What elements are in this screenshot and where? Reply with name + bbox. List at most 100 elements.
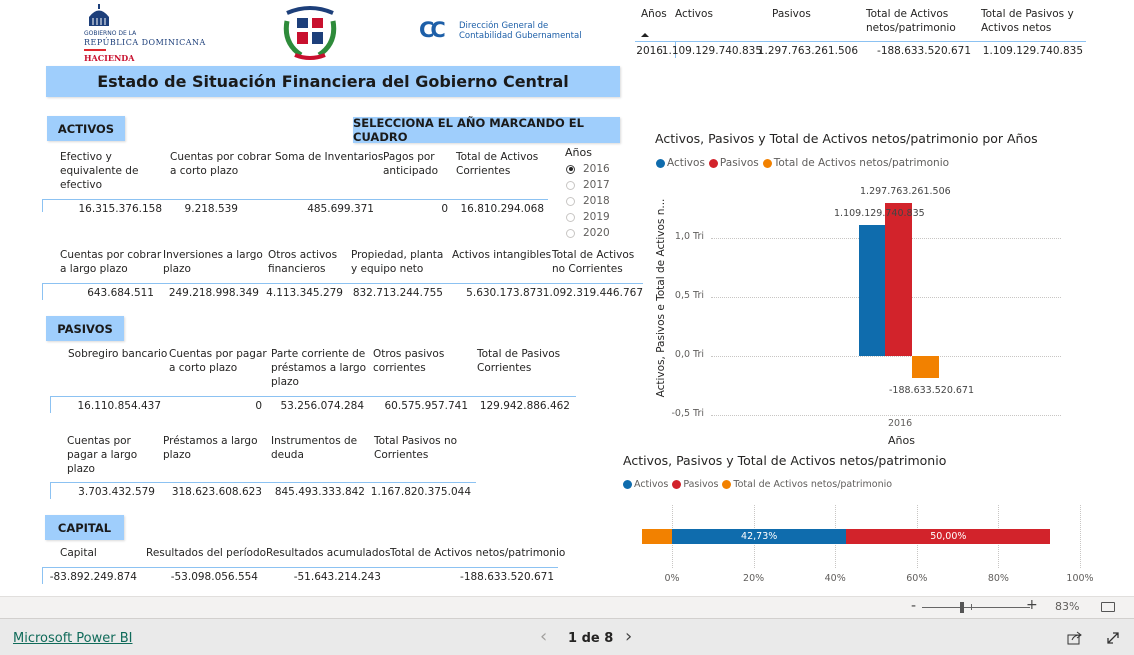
fit-to-page-icon[interactable] — [1101, 602, 1115, 612]
previous-page-button[interactable]: ‹ — [540, 626, 547, 647]
zoom-bar: - + 83% — [0, 596, 1134, 618]
sort-ascending-icon[interactable] — [641, 33, 649, 37]
data-label: 42,73% — [741, 531, 778, 542]
table-cell: 249.218.998.349 — [168, 287, 259, 299]
year-slicer-title: Años — [565, 146, 592, 159]
column-header[interactable]: Activos intangibles — [452, 248, 551, 262]
column-header[interactable]: Pasivos — [772, 7, 811, 21]
column-header[interactable]: Soma de Inventarios — [275, 150, 383, 164]
bar-total-de-activos-netos-patrimonio[interactable] — [912, 356, 939, 379]
year-option-2018[interactable]: 2018 — [566, 195, 610, 207]
header-divider — [50, 396, 576, 397]
column-header[interactable]: Cuentas por cobrar a largo plazo — [60, 248, 161, 276]
bar-segment-pasivos[interactable]: 50,00% — [846, 529, 1051, 544]
year-option-2016[interactable]: 2016 — [566, 163, 610, 175]
column-header[interactable]: Cuentas por cobrar a corto plazo — [170, 150, 271, 178]
year-option-2020[interactable]: 2020 — [566, 227, 610, 239]
bar-segment-total-de-activos-netos-patrimonio[interactable] — [642, 529, 672, 544]
table-cell: 0 — [255, 400, 262, 412]
column-header[interactable]: Resultados acumulados — [266, 546, 390, 560]
y-tick-label: 1,0 Tri — [674, 231, 704, 242]
row-selector — [42, 568, 43, 584]
column-header[interactable]: Préstamos a largo plazo — [163, 434, 258, 462]
column-header[interactable]: Resultados del período — [146, 546, 266, 560]
year-option-2017[interactable]: 2017 — [566, 179, 610, 191]
share-icon[interactable] — [1067, 631, 1083, 645]
y-tick-label: -0,5 Tri — [671, 408, 704, 419]
x-tick-label: 80% — [987, 573, 1009, 584]
column-header[interactable]: Propiedad, planta y equipo neto — [351, 248, 443, 276]
radio-button[interactable] — [566, 228, 575, 238]
table-cell: 832.713.244.755 — [352, 287, 443, 299]
column-header[interactable]: Años — [641, 7, 667, 21]
column-header[interactable]: Parte corriente de préstamos a largo pla… — [271, 347, 366, 389]
table-cell: -188.633.520.671 — [460, 571, 554, 583]
data-label: 1.297.763.261.506 — [860, 186, 951, 197]
zoom-slider[interactable] — [922, 607, 1030, 608]
table-cell: 5.630.173.873 — [466, 287, 543, 299]
table-cell: 16.810.294.068 — [460, 203, 545, 215]
radio-button[interactable] — [566, 164, 575, 174]
column-header[interactable]: Otros pasivos corrientes — [373, 347, 444, 375]
legend-item[interactable]: Total de Activos netos/patrimonio — [762, 157, 949, 169]
logo-text: GOBIERNO DE LA — [84, 30, 137, 37]
column-header[interactable]: Total de Pasivos Corrientes — [477, 347, 560, 375]
column-header[interactable]: Total de Activos no Corrientes — [552, 248, 634, 276]
legend-item[interactable]: Pasivos — [708, 157, 759, 169]
footer-bar: Microsoft Power BI ‹ 1 de 8 › — [0, 618, 1134, 655]
year-option-label: 2019 — [583, 211, 610, 223]
bar-pasivos[interactable] — [885, 202, 912, 356]
legend-label: Pasivos — [719, 157, 759, 169]
header-divider — [42, 199, 548, 200]
table-cell: 9.218.539 — [184, 203, 238, 215]
y-tick-label: 0,0 Tri — [674, 349, 704, 360]
header-divider — [635, 41, 1086, 42]
column-header[interactable]: Total Pasivos no Corrientes — [374, 434, 457, 462]
x-axis-title: Años — [888, 434, 915, 447]
column-header[interactable]: Activos — [675, 7, 713, 21]
legend-item[interactable]: Total de Activos netos/patrimonio — [722, 479, 892, 490]
section-activos: ACTIVOS — [47, 116, 125, 141]
column-header[interactable]: Efectivo y equivalente de efectivo — [60, 150, 138, 192]
legend-dot-icon — [623, 480, 632, 489]
column-header[interactable]: Capital — [60, 546, 97, 560]
x-tick-label: 20% — [743, 573, 765, 584]
legend-item[interactable]: Activos — [656, 157, 705, 169]
column-header[interactable]: Sobregiro bancario — [68, 347, 167, 361]
bar-segment-activos[interactable]: 42,73% — [672, 529, 847, 544]
column-header[interactable]: Cuentas por pagar a corto plazo — [169, 347, 267, 375]
column-header[interactable]: Inversiones a largo plazo — [163, 248, 263, 276]
row-selector — [42, 200, 43, 212]
column-header[interactable]: Pagos por anticipado — [383, 150, 438, 178]
legend-label: Total de Activos netos/patrimonio — [733, 479, 893, 490]
chart-title: Activos, Pasivos y Total de Activos neto… — [623, 453, 947, 468]
column-header[interactable]: Total de Activos Corrientes — [456, 150, 538, 178]
column-header[interactable]: Total de Activos netos/patrimonio — [390, 546, 565, 560]
table-cell: 1.092.319.446.767 — [542, 287, 643, 299]
legend-item[interactable]: Activos — [623, 479, 668, 490]
logo-text: HACIENDA — [84, 53, 135, 63]
page-title: Estado de Situación Financiera del Gobie… — [46, 66, 620, 97]
table-cell: 1.109.129.740.835 — [661, 45, 762, 57]
radio-button[interactable] — [566, 212, 575, 222]
column-header[interactable]: Total de Pasivos y Activos netos — [981, 7, 1074, 35]
zoom-in-button[interactable]: + — [1026, 597, 1038, 613]
next-page-button[interactable]: › — [625, 626, 632, 647]
power-bi-link[interactable]: Microsoft Power BI — [13, 631, 132, 646]
radio-button[interactable] — [566, 196, 575, 206]
year-option-label: 2018 — [583, 195, 610, 207]
zoom-slider-thumb[interactable] — [960, 602, 964, 613]
fullscreen-icon[interactable] — [1106, 631, 1120, 645]
legend-item[interactable]: Pasivos — [672, 479, 718, 490]
year-option-2019[interactable]: 2019 — [566, 211, 610, 223]
table-cell: 53.256.074.284 — [280, 400, 365, 412]
column-header[interactable]: Total de Activos netos/patrimonio — [866, 7, 956, 35]
table-cell: 2016 — [636, 45, 663, 57]
bar-activos[interactable] — [859, 225, 886, 356]
column-header[interactable]: Otros activos financieros — [268, 248, 337, 276]
column-header[interactable]: Cuentas por pagar a largo plazo — [67, 434, 137, 476]
radio-button[interactable] — [566, 180, 575, 190]
zoom-out-button[interactable]: - — [911, 598, 916, 614]
section-pasivos: PASIVOS — [46, 316, 124, 341]
column-header[interactable]: Instrumentos de deuda — [271, 434, 357, 462]
